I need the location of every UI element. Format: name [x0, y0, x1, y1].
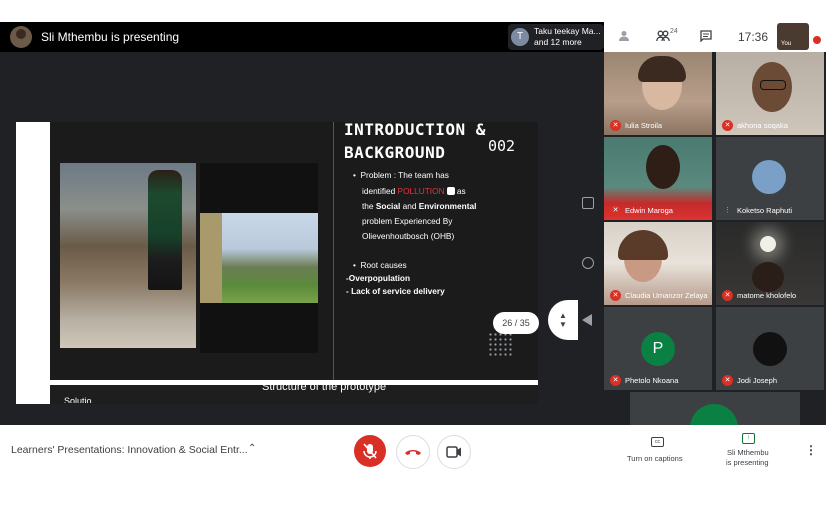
slide-title-line2: BACKGROUND [344, 143, 446, 162]
more-vert-icon[interactable]: ⋮ [805, 443, 817, 457]
avatar [753, 332, 787, 366]
mic-off-icon: ✕ [722, 290, 733, 301]
participant-tile[interactable]: ✕ matome kholofelo [716, 222, 824, 305]
slide-nav-arrows-icon[interactable]: ▲ ▼ [559, 311, 567, 329]
hangup-button[interactable] [396, 435, 430, 469]
slide-cause-service-delivery: - Lack of service delivery [346, 286, 445, 296]
mic-off-icon [354, 435, 386, 467]
self-mic-off-icon [813, 36, 821, 44]
people-count: 24 [670, 28, 678, 35]
slide-photo-frame [200, 213, 222, 303]
presenting-title: Sli Mthembu is presenting [41, 30, 180, 44]
camera-icon [438, 436, 470, 468]
slide-title-line1: INTRODUCTION & [344, 120, 486, 139]
participant-tile[interactable]: ✕ Claudia Umanzor Zelaya [604, 222, 712, 305]
slide-line-social: the Social and Environmental [362, 201, 477, 211]
clock: 17:36 [738, 30, 769, 44]
participant-name: Claudia Umanzor Zelaya [625, 291, 708, 300]
square-icon[interactable] [582, 197, 594, 209]
slide-dot-pattern [488, 332, 512, 356]
slide-number: 002 [488, 137, 516, 155]
page-counter: 26 / 35 [493, 312, 539, 334]
participant-tile[interactable]: ✕ Iulia Stroila [604, 52, 712, 135]
participant-tile[interactable]: ✕ akhona soqaka [716, 52, 824, 135]
present-button-label-line2[interactable]: is presenting [726, 458, 769, 467]
slide-line-problem: problem Experienced By [362, 216, 453, 226]
mic-off-icon: ✕ [610, 205, 621, 216]
mic-off-icon: ✕ [610, 120, 621, 131]
robot-icon [446, 187, 455, 195]
chat-icon[interactable] [700, 30, 712, 45]
speaking-icon: ⋮ [724, 207, 731, 214]
chevron-up-icon[interactable]: ⌃ [248, 443, 256, 454]
mic-off-icon: ✕ [722, 375, 733, 386]
next-slide-title: Structure of the prototype [262, 381, 387, 393]
mic-off-icon: ✕ [722, 120, 733, 131]
slide-line-location: Olievenhoutbosch (OHB) [362, 231, 455, 241]
meeting-title[interactable]: Learners' Presentations: Innovation & So… [11, 444, 248, 456]
participant-name: Jodi Joseph [737, 376, 778, 385]
avatar [752, 160, 786, 194]
present-button-label[interactable]: Sli Mthembu [727, 448, 769, 457]
participant-name: matome kholofelo [737, 291, 797, 300]
slide-divider [333, 122, 334, 380]
participant-name: Phetolo Nkoana [625, 376, 679, 385]
mic-off-icon: ✕ [610, 375, 621, 386]
person-icon[interactable] [618, 30, 630, 45]
participant-name: akhona soqaka [737, 121, 788, 130]
viewers-more: and 12 more [534, 37, 582, 47]
slide-photo-person [148, 170, 182, 290]
people-icon[interactable] [656, 30, 670, 45]
viewers-name: Taku teekay Ma... [534, 26, 601, 36]
captions-button-label[interactable]: Turn on captions [627, 454, 683, 463]
slide-bullet-root-causes: • Root causes [353, 260, 407, 270]
back-triangle-icon[interactable] [582, 314, 592, 326]
participant-name: Koketso Raphuti [737, 206, 793, 215]
slide-cause-overpopulation: -Overpopulation [346, 273, 411, 283]
mic-off-icon: ✕ [610, 290, 621, 301]
hangup-icon [397, 436, 429, 468]
presenter-avatar [10, 26, 32, 48]
captions-icon[interactable]: cc [651, 437, 664, 447]
camera-toggle-button[interactable] [437, 435, 471, 469]
participant-tile[interactable]: ✕ Edwin Maroga [604, 137, 712, 220]
participant-name: Edwin Maroga [625, 206, 673, 215]
slide-bullet-problem: • Problem : The team has [353, 170, 449, 180]
slide-line-identified: identified POLLUTION as [362, 186, 466, 196]
viewer-avatar: T [511, 28, 529, 46]
avatar: P [641, 332, 675, 366]
participant-name: Iulia Stroila [625, 121, 663, 130]
self-view-label: You [781, 41, 792, 47]
circle-icon[interactable] [582, 257, 594, 269]
present-icon[interactable]: ↑ [742, 433, 755, 444]
mic-toggle-button[interactable] [354, 435, 386, 467]
pollution-highlight: POLLUTION [397, 186, 445, 196]
